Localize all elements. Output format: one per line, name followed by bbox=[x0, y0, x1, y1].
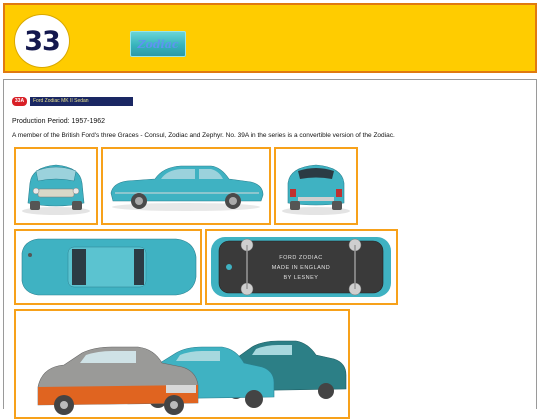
car-rear-image bbox=[282, 164, 350, 215]
photo-side-view[interactable] bbox=[101, 147, 271, 225]
underside-text-2: MADE IN ENGLAND bbox=[272, 265, 331, 271]
photo-rear-view[interactable] bbox=[274, 147, 358, 225]
photo-variants-group[interactable] bbox=[14, 309, 350, 419]
photo-top-view[interactable] bbox=[14, 229, 202, 305]
car-side-image bbox=[110, 165, 264, 211]
model-name-label: Ford Zodiac MK II Sedan bbox=[30, 96, 133, 106]
model-description: A member of the British Ford's three Gra… bbox=[12, 132, 395, 139]
model-title-row: 33A Ford Zodiac MK II Sedan bbox=[12, 96, 133, 106]
zodiac-logo-text: Zodiac bbox=[137, 37, 179, 51]
underside-text-3: BY LESNEY bbox=[284, 275, 319, 281]
model-number: 33 bbox=[24, 25, 61, 57]
photo-front-view[interactable] bbox=[14, 147, 98, 225]
content-panel: 33A Ford Zodiac MK II Sedan Production P… bbox=[3, 79, 537, 419]
car-top-image bbox=[21, 238, 197, 296]
car-front-image bbox=[22, 164, 90, 215]
car-underside-image: FORD ZODIAC MADE IN ENGLAND BY LESNEY bbox=[211, 237, 391, 297]
production-period: Production Period: 1957-1962 bbox=[12, 118, 106, 125]
underside-text-1: FORD ZODIAC bbox=[279, 255, 322, 261]
header-banner: 33 Zodiac bbox=[3, 3, 537, 73]
photo-underside-view[interactable]: FORD ZODIAC MADE IN ENGLAND BY LESNEY bbox=[205, 229, 398, 305]
model-number-badge: 33 bbox=[15, 15, 69, 67]
car-variants-image bbox=[16, 311, 348, 417]
zodiac-logo: Zodiac bbox=[130, 31, 186, 57]
model-code-badge: 33A bbox=[12, 96, 27, 106]
